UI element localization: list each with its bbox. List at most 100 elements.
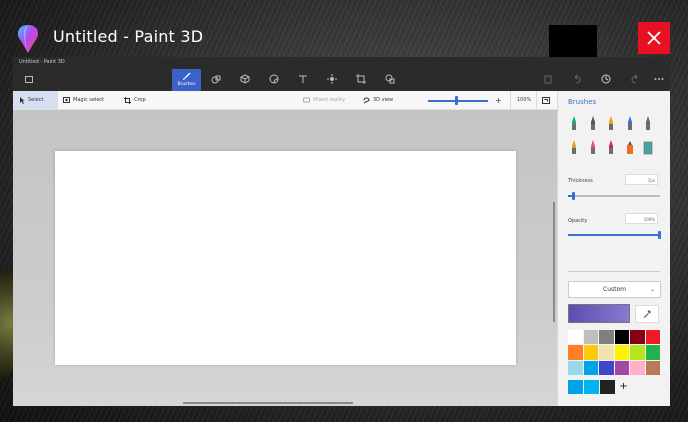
palette-swatch[interactable] xyxy=(568,345,583,360)
eraser-icon xyxy=(590,139,595,154)
palette-swatch[interactable] xyxy=(568,330,583,345)
paste-icon[interactable] xyxy=(541,72,555,86)
material-dropdown-value: Custom xyxy=(603,286,626,293)
brush-pencil[interactable] xyxy=(568,139,580,155)
material-dropdown[interactable]: Custom ⌄ xyxy=(568,281,661,298)
zoom-level-value: 100% xyxy=(517,97,532,103)
menu-icon[interactable] xyxy=(22,72,36,86)
brush-crayon[interactable] xyxy=(605,139,617,155)
palette-swatch[interactable] xyxy=(630,360,645,375)
tab-brushes-label: Brushes xyxy=(177,82,196,87)
zoom-level[interactable]: 100% xyxy=(510,91,531,109)
crop-label: Crop xyxy=(134,97,146,103)
palette-swatch[interactable] xyxy=(614,360,629,375)
close-icon xyxy=(647,31,661,45)
custom-color-swatch[interactable] xyxy=(584,380,599,394)
redo-icon[interactable] xyxy=(628,72,642,86)
title-bar: Untitled - Paint 3D xyxy=(0,0,688,63)
thickness-input[interactable]: 7px xyxy=(625,174,658,185)
more-icon[interactable] xyxy=(652,72,666,86)
palette-swatch[interactable] xyxy=(630,345,645,360)
stickers-icon[interactable] xyxy=(267,72,281,86)
zoom-slider-thumb[interactable] xyxy=(455,96,458,105)
pixel-pen-icon xyxy=(646,115,650,130)
tab-brushes[interactable]: Brushes xyxy=(172,69,201,91)
opacity-input[interactable]: 100% xyxy=(625,213,658,224)
3d-view-label: 3D view xyxy=(373,97,394,103)
tool-options-bar: Select Magic select Crop Mixed reality 3… xyxy=(13,91,557,110)
brush-watercolor[interactable] xyxy=(624,115,636,131)
eyedropper-icon xyxy=(643,310,651,318)
magic-select-button[interactable]: Magic select xyxy=(63,91,104,109)
palette-swatch[interactable] xyxy=(645,360,660,375)
3d-shapes-icon[interactable] xyxy=(238,72,252,86)
zoom-in-button[interactable]: + xyxy=(495,91,502,109)
eyedropper-button[interactable] xyxy=(635,305,659,323)
custom-color-swatch[interactable] xyxy=(600,380,615,394)
brush-marker[interactable] xyxy=(568,115,580,131)
inner-window-title: Untitled - Paint 3D xyxy=(13,57,670,67)
paint3d-window: Untitled - Paint 3D Brushes Select Magic… xyxy=(13,57,670,406)
current-color-swatch[interactable] xyxy=(568,304,630,323)
thickness-slider-track[interactable] xyxy=(568,195,660,197)
opacity-slider-fill xyxy=(568,234,660,236)
canvas-icon[interactable] xyxy=(354,72,368,86)
brush-fill[interactable] xyxy=(642,139,654,155)
palette-swatch[interactable] xyxy=(599,360,614,375)
select-label: Select xyxy=(28,97,44,103)
vertical-scrollbar[interactable] xyxy=(553,202,555,322)
plus-icon: + xyxy=(619,381,628,392)
palette-swatch[interactable] xyxy=(583,330,598,345)
effects-icon[interactable] xyxy=(325,72,339,86)
brush-pixel-pen[interactable] xyxy=(642,115,654,131)
palette-swatch[interactable] xyxy=(630,330,645,345)
color-palette xyxy=(568,330,660,375)
brushes-icon xyxy=(183,72,191,80)
2d-shapes-icon[interactable] xyxy=(209,72,223,86)
palette-swatch[interactable] xyxy=(599,345,614,360)
magic-select-label: Magic select xyxy=(73,97,105,103)
marker-icon xyxy=(572,115,576,130)
opacity-slider-thumb[interactable] xyxy=(658,231,661,239)
crop-icon xyxy=(124,96,131,104)
spray-can-icon xyxy=(626,140,633,154)
3d-library-icon[interactable] xyxy=(383,72,397,86)
panel-divider xyxy=(568,271,660,272)
palette-swatch[interactable] xyxy=(583,345,598,360)
watercolor-icon xyxy=(627,115,632,130)
palette-swatch[interactable] xyxy=(645,330,660,345)
fill-icon xyxy=(643,141,653,154)
3d-view-button[interactable]: 3D view xyxy=(363,91,393,109)
close-button[interactable] xyxy=(638,22,670,54)
crop-button[interactable]: Crop xyxy=(124,91,146,109)
brush-spray-can[interactable] xyxy=(624,139,636,155)
fit-to-screen-button[interactable] xyxy=(536,91,550,109)
brush-eraser[interactable] xyxy=(587,139,599,155)
main-menu-bar: Brushes xyxy=(13,67,670,91)
opacity-label: Opacity xyxy=(568,218,588,224)
brush-calligraphy-pen[interactable] xyxy=(587,115,599,131)
history-icon[interactable] xyxy=(599,72,613,86)
palette-swatch[interactable] xyxy=(568,360,583,375)
fit-screen-icon xyxy=(542,96,550,104)
plus-icon: + xyxy=(495,95,502,105)
horizontal-scrollbar[interactable] xyxy=(183,402,353,404)
brush-oil-brush[interactable] xyxy=(605,115,617,131)
text-icon[interactable] xyxy=(296,72,310,86)
drawing-canvas[interactable] xyxy=(55,151,516,365)
palette-swatch[interactable] xyxy=(583,360,598,375)
brushes-panel: Brushes Thickness 7px Opacity 100% Custo… xyxy=(557,91,670,406)
custom-color-swatch[interactable] xyxy=(568,380,583,394)
mixed-reality-button[interactable]: Mixed reality xyxy=(303,91,345,109)
3d-view-icon xyxy=(363,96,370,103)
palette-swatch[interactable] xyxy=(614,345,629,360)
undo-icon[interactable] xyxy=(570,72,584,86)
mixed-reality-icon xyxy=(303,97,310,103)
add-color-button[interactable]: + xyxy=(616,380,631,394)
palette-swatch[interactable] xyxy=(614,330,629,345)
palette-swatch[interactable] xyxy=(645,345,660,360)
zoom-slider-track[interactable] xyxy=(428,100,488,102)
palette-swatch[interactable] xyxy=(599,330,614,345)
thickness-slider-thumb[interactable] xyxy=(572,192,576,200)
select-button[interactable]: Select xyxy=(13,91,58,109)
